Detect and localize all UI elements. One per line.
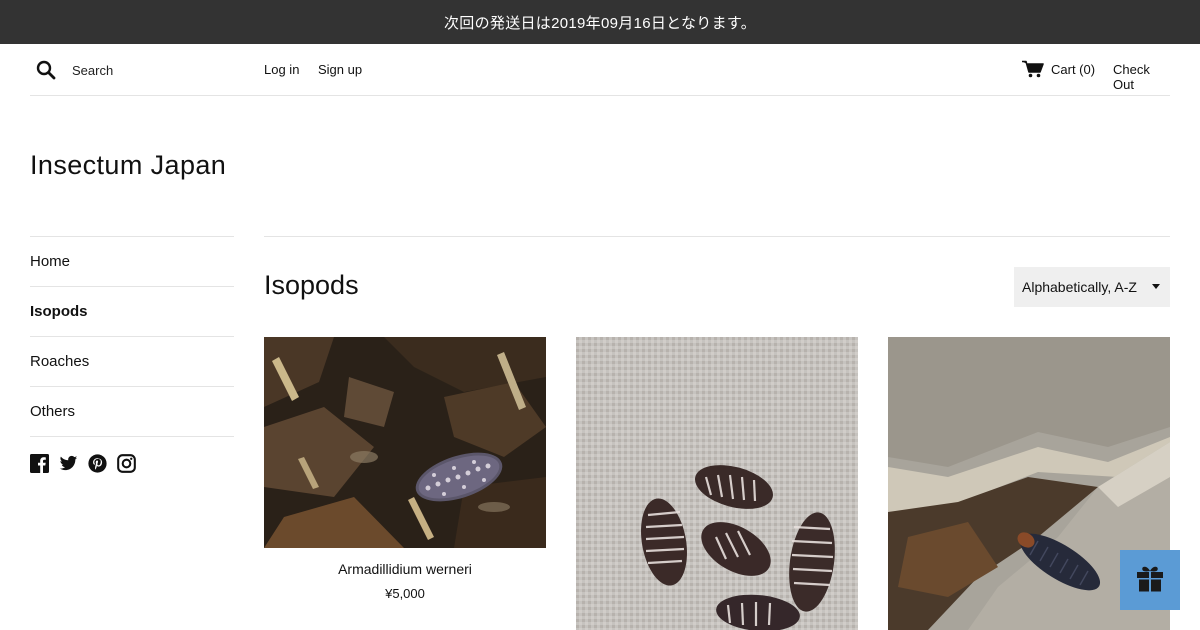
sidebar-item-others[interactable]: Others: [30, 387, 234, 437]
collection-title: Isopods: [264, 270, 359, 300]
facebook-icon[interactable]: [30, 454, 49, 473]
product-name[interactable]: Armadillidium werneri: [264, 561, 546, 577]
sort-value: Alphabetically, A-Z: [1022, 279, 1137, 295]
search-input[interactable]: [72, 59, 242, 81]
header-bar: Log in Sign up Cart (0) Check Out: [30, 44, 1170, 96]
sidebar-item-roaches[interactable]: Roaches: [30, 337, 234, 387]
login-link[interactable]: Log in: [264, 62, 299, 77]
gift-button[interactable]: [1120, 550, 1180, 610]
checkout-link[interactable]: Check Out: [1113, 62, 1170, 92]
announcement-text: 次回の発送日は2019年09月16日となります。: [444, 14, 756, 32]
site-title[interactable]: Insectum Japan: [30, 150, 226, 181]
chevron-down-icon: [1152, 284, 1160, 289]
product-card[interactable]: [576, 337, 858, 630]
product-image[interactable]: [576, 337, 858, 630]
search-icon[interactable]: [36, 60, 56, 80]
content-divider: [264, 236, 1170, 237]
sidebar-nav: Home Isopods Roaches Others: [30, 236, 234, 437]
signup-link[interactable]: Sign up: [318, 62, 362, 77]
gift-icon: [1135, 563, 1165, 598]
sort-select[interactable]: Alphabetically, A-Z: [1014, 267, 1170, 307]
cart-icon[interactable]: [1022, 60, 1044, 78]
product-price: ¥5,000: [385, 586, 425, 601]
announcement-bar: 次回の発送日は2019年09月16日となります。: [0, 0, 1200, 44]
sidebar-item-isopods[interactable]: Isopods: [30, 287, 234, 337]
instagram-icon[interactable]: [117, 454, 136, 473]
twitter-icon[interactable]: [59, 454, 78, 473]
pinterest-icon[interactable]: [88, 454, 107, 473]
product-card[interactable]: Armadillidium werneri ¥5,000: [264, 337, 546, 601]
product-image[interactable]: [264, 337, 546, 548]
social-links: [30, 454, 136, 473]
cart-link[interactable]: Cart (0): [1051, 62, 1095, 77]
sidebar-item-home[interactable]: Home: [30, 237, 234, 287]
